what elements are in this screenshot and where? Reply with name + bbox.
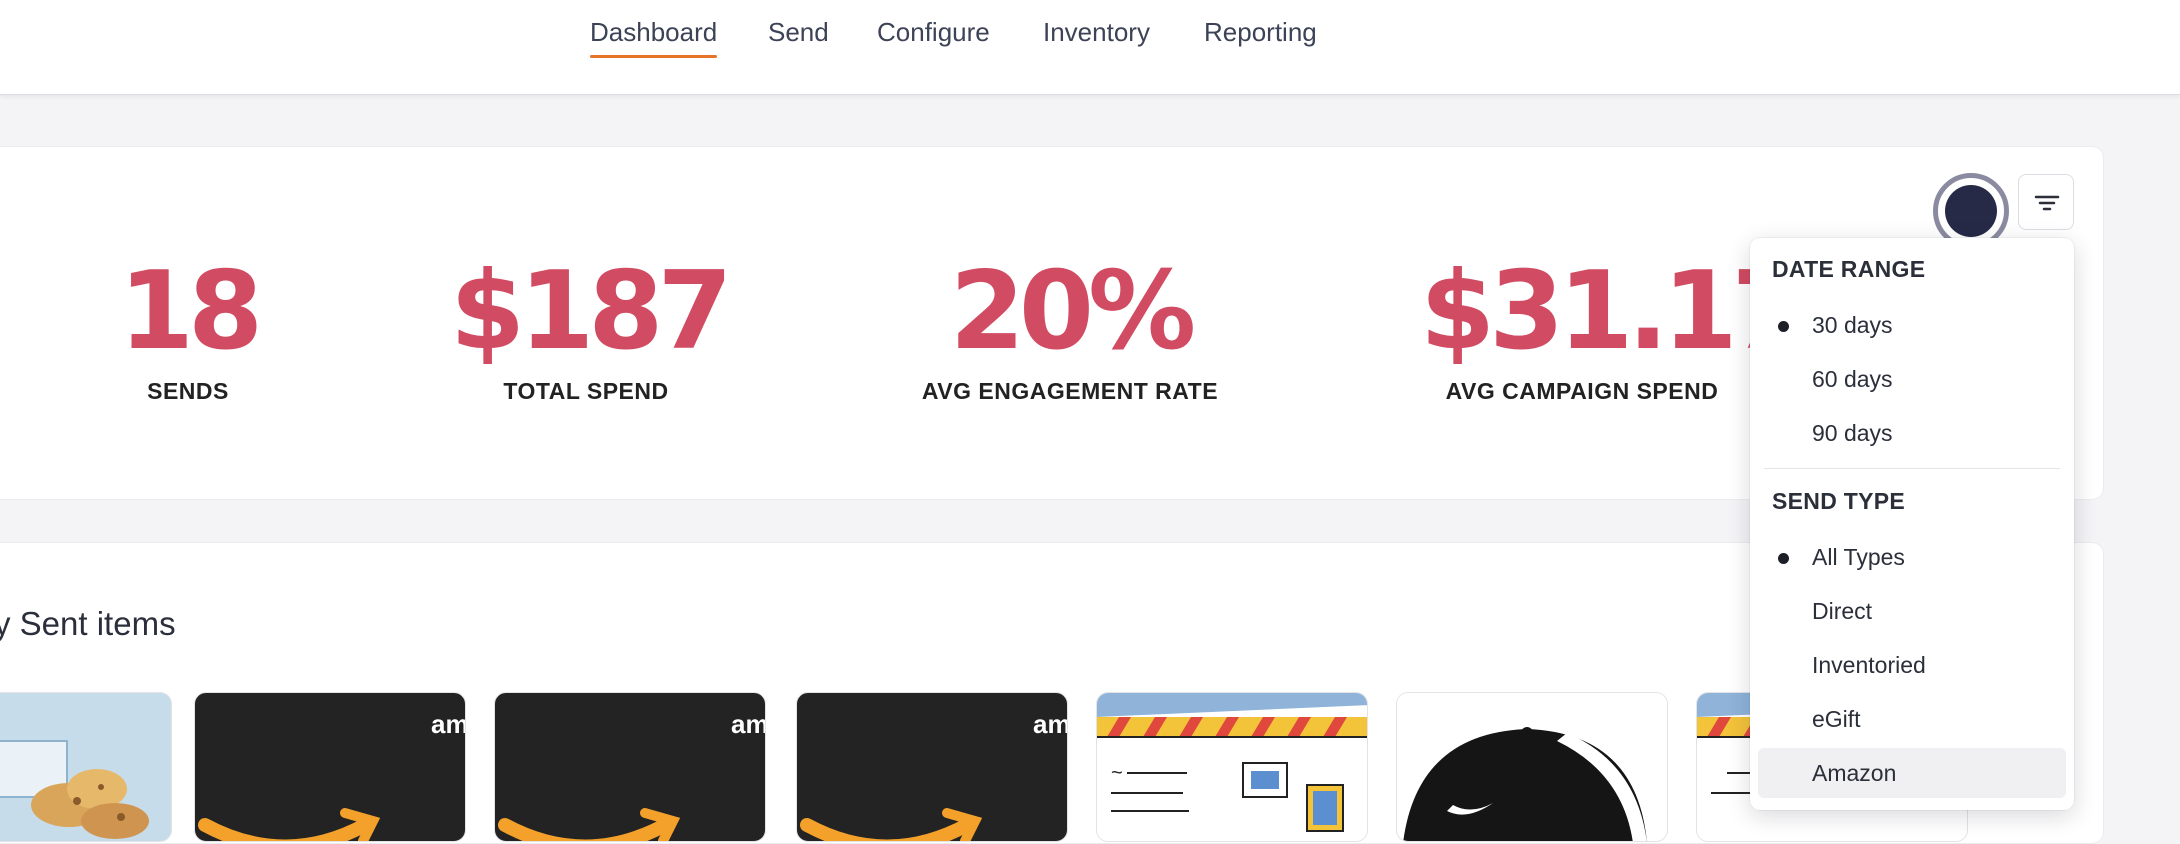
menu-divider: [1764, 468, 2060, 469]
stat-avg-campaign-spend: $31.17 AVG CAMPAIGN SPEND: [1420, 249, 1807, 405]
stat-label: AVG ENGAGEMENT RATE: [921, 378, 1219, 404]
date-range-option-30-days[interactable]: 30 days: [1758, 300, 2066, 350]
item-thumbnail[interactable]: am: [194, 692, 466, 842]
stat-total-spend: $187 TOTAL SPEND: [450, 249, 733, 405]
tab-inventory[interactable]: Inventory: [1043, 17, 1150, 48]
item-thumbnail[interactable]: [0, 692, 172, 842]
svg-text:am: am: [731, 709, 766, 739]
tab-configure[interactable]: Configure: [877, 17, 990, 48]
stat-avg-engagement-rate: 20% AVG ENGAGEMENT RATE: [902, 258, 1238, 405]
stat-label: TOTAL SPEND: [503, 378, 669, 404]
date-range-option-60-days[interactable]: 60 days: [1758, 354, 2066, 404]
svg-text:am: am: [431, 709, 466, 739]
amazon-logo: am: [198, 709, 466, 841]
cookies-image: [0, 693, 171, 841]
stat-value: $31.17: [1420, 249, 1807, 374]
send-type-option-direct[interactable]: Direct: [1758, 586, 2066, 636]
tab-label: Configure: [877, 17, 990, 47]
item-thumbnail[interactable]: am: [494, 692, 766, 842]
send-type-option-amazon[interactable]: Amazon: [1758, 748, 2066, 798]
postcard-illustration: ~: [1097, 693, 1367, 841]
option-label: Inventoried: [1812, 652, 1926, 678]
option-label: 90 days: [1812, 420, 1893, 446]
stat-label: AVG CAMPAIGN SPEND: [1445, 378, 1719, 404]
filter-dropdown-menu: DATE RANGE 30 days 60 days 90 days SEND …: [1750, 238, 2074, 810]
send-type-option-egift[interactable]: eGift: [1758, 694, 2066, 744]
send-type-header: SEND TYPE: [1772, 488, 1906, 514]
send-type-option-inventoried[interactable]: Inventoried: [1758, 640, 2066, 690]
tab-reporting[interactable]: Reporting: [1204, 17, 1317, 48]
option-label: Direct: [1812, 598, 1873, 624]
svg-text:~: ~: [1111, 762, 1123, 784]
tab-label: Reporting: [1204, 17, 1317, 47]
option-label: 60 days: [1812, 366, 1893, 392]
option-label: Amazon: [1812, 760, 1897, 786]
svg-text:am: am: [1033, 709, 1068, 739]
option-label: eGift: [1812, 706, 1861, 732]
amazon-logo: am: [498, 709, 766, 841]
stat-value: 18: [118, 249, 263, 374]
stat-sends: 18 SENDS: [96, 258, 280, 405]
filter-icon: [2034, 195, 2060, 211]
tab-label: Dashboard: [590, 17, 718, 47]
selected-dot-icon: [1778, 321, 1789, 332]
selected-dot-icon: [1778, 553, 1789, 564]
active-tab-indicator: [590, 55, 718, 58]
stat-value: 20%: [949, 249, 1197, 374]
tab-send[interactable]: Send: [768, 17, 829, 48]
avatar[interactable]: [1945, 185, 1997, 237]
filter-button[interactable]: [2018, 174, 2074, 230]
item-thumbnail[interactable]: [1396, 692, 1668, 842]
item-thumbnail[interactable]: ~: [1096, 692, 1368, 842]
tab-label: Send: [768, 17, 829, 47]
date-range-option-90-days[interactable]: 90 days: [1758, 408, 2066, 458]
stat-value: $187: [450, 249, 733, 374]
section-title: y Sent items: [0, 605, 176, 642]
amazon-logo: am: [800, 709, 1068, 841]
option-label: All Types: [1812, 544, 1905, 570]
top-navigation: Dashboard Send Configure Inventory Repor…: [0, 0, 2180, 95]
tab-label: Inventory: [1043, 17, 1150, 47]
stat-label: SENDS: [147, 378, 229, 404]
date-range-header: DATE RANGE: [1772, 256, 1926, 282]
option-label: 30 days: [1812, 312, 1893, 338]
cap-image: [1397, 693, 1667, 841]
send-type-option-all-types[interactable]: All Types: [1758, 532, 2066, 582]
tab-dashboard[interactable]: Dashboard: [590, 17, 718, 58]
item-thumbnail[interactable]: am: [796, 692, 1068, 842]
